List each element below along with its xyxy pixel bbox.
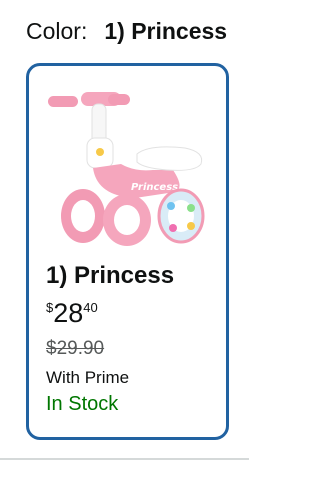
price-whole: 28: [53, 298, 84, 328]
availability-status: In Stock: [46, 393, 119, 415]
balance-bike-illustration: Princess: [48, 92, 205, 246]
product-image-balance-bike: Princess: [45, 86, 210, 246]
swatch-price: $ 28 40: [46, 298, 98, 330]
list-price-strikethrough: $29.90: [46, 338, 105, 359]
divider: [0, 458, 249, 460]
color-swatch-princess[interactable]: Princess 1) Princess $ 28 40 $29.90 With…: [26, 63, 229, 440]
price-fraction: 40: [83, 300, 98, 315]
swatch-option-name: 1) Princess: [46, 262, 175, 289]
prime-note: With Prime: [46, 368, 130, 387]
color-label: Color:: [26, 17, 88, 44]
selected-color-value: 1) Princess: [104, 17, 228, 44]
price-symbol: $: [46, 300, 54, 315]
color-selector-heading: Color: 1) Princess: [26, 14, 227, 48]
